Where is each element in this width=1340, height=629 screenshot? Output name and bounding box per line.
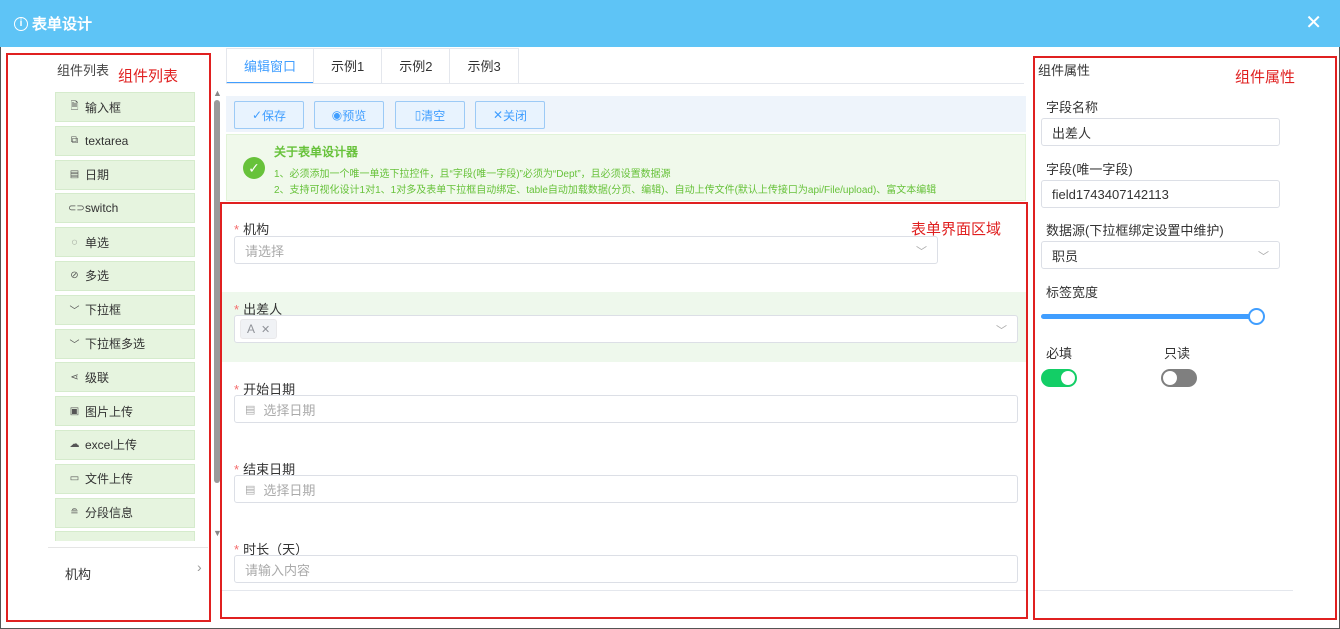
trash-icon: ▯ (414, 108, 422, 122)
divider (226, 83, 1024, 84)
notice-alert: ✓ 关于表单设计器 1、必须添加一个唯一单选下拉控件，且“字段(唯一字段)”必须… (226, 134, 1026, 201)
close-icon[interactable]: ✕ (1305, 13, 1322, 33)
save-button[interactable]: ✓ 保存 (234, 101, 304, 129)
check-icon: ✓ (251, 108, 263, 122)
annotation-label-right: 组件属性 (1235, 69, 1296, 86)
close-button[interactable]: ✕ 关闭 (475, 101, 545, 129)
notice-line-2: 2、支持可视化设计1对1、1对多及表单下拉框自动绑定、table自动加载数据(分… (274, 185, 937, 196)
annotation-label-center: 表单界面区域 (911, 221, 1002, 238)
annotation-label-left: 组件列表 (118, 68, 179, 85)
clear-label: 清空 (421, 108, 446, 123)
scroll-up-icon[interactable]: ▲ (213, 88, 222, 98)
notice-line-1: 1、必须添加一个唯一单选下拉控件，且“字段(唯一字段)”必须为“Dept”，且必… (274, 169, 671, 180)
tab-bar: 编辑窗口 示例1 示例2 示例3 (226, 48, 519, 84)
annotation-box-center (220, 202, 1028, 619)
clear-button[interactable]: ▯ 清空 (395, 101, 465, 129)
window-title: 表单设计 (32, 16, 93, 33)
tab-example-1[interactable]: 示例1 (313, 48, 383, 84)
annotation-box-left (6, 53, 211, 622)
notice-title: 关于表单设计器 (274, 145, 359, 159)
close-label: 关闭 (503, 108, 528, 123)
tab-example-2[interactable]: 示例2 (381, 48, 451, 84)
preview-label: 预览 (342, 108, 367, 123)
success-check-icon: ✓ (243, 157, 265, 179)
window-titlebar: i 表单设计 ✕ (0, 0, 1340, 47)
annotation-box-right (1033, 56, 1337, 620)
eye-icon: ◉ (331, 108, 343, 122)
save-label: 保存 (262, 108, 287, 123)
info-circle-icon: i (14, 16, 28, 31)
tab-edit-window[interactable]: 编辑窗口 (226, 48, 315, 84)
toolbar: ✓ 保存 ◉ 预览 ▯ 清空 ✕ 关闭 (226, 96, 1026, 132)
close-icon: ✕ (492, 108, 504, 122)
tab-example-3[interactable]: 示例3 (449, 48, 519, 84)
preview-button[interactable]: ◉ 预览 (314, 101, 384, 129)
